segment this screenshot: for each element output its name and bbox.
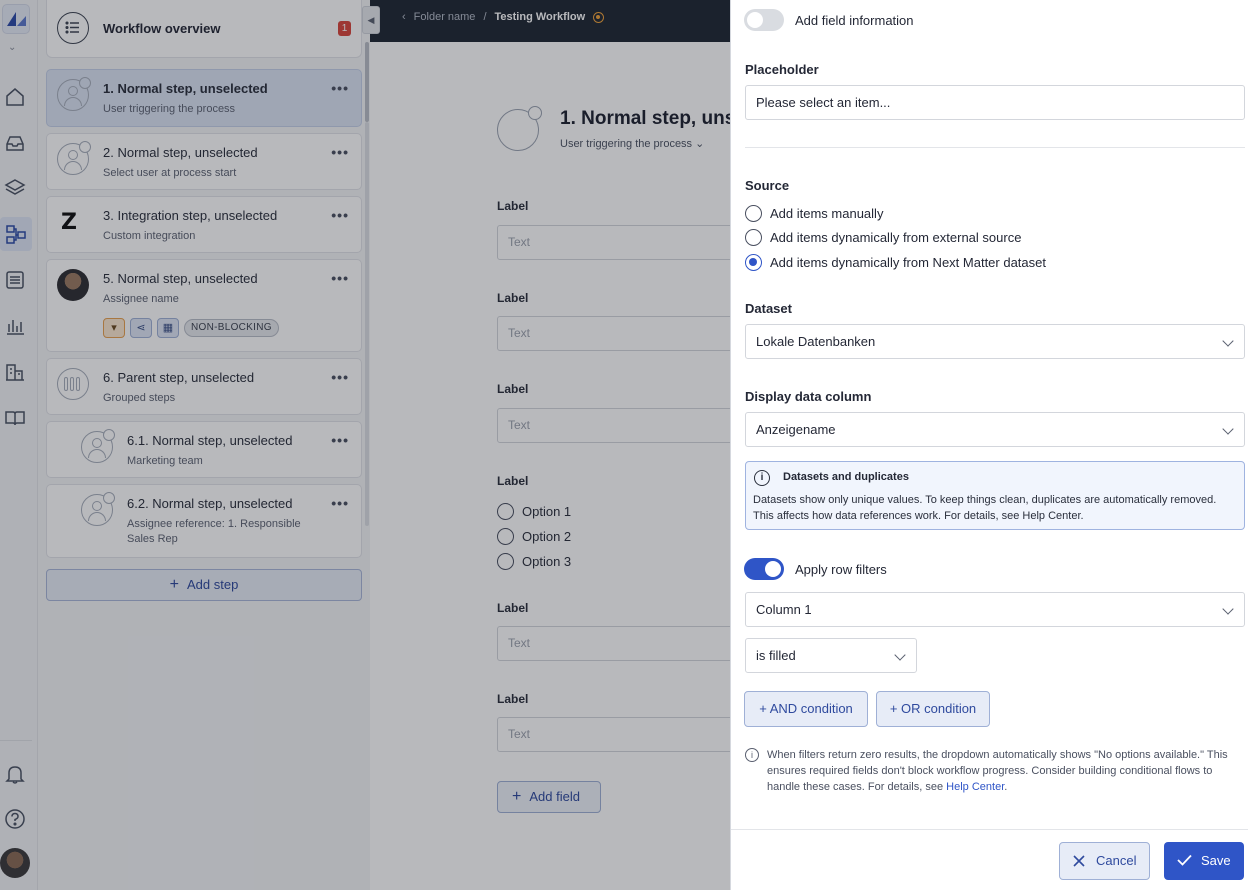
chevron-down-icon [894, 649, 906, 661]
filter-note-text: When filters return zero results, the dr… [767, 749, 1228, 793]
and-condition-button[interactable]: + AND condition [744, 691, 868, 727]
field-settings-drawer: Add field information Placeholder Please… [730, 0, 1248, 890]
close-icon [1073, 855, 1085, 867]
filter-column-select[interactable]: Column 1 [745, 592, 1245, 627]
datasets-info-box: i Datasets and duplicates Datasets show … [745, 461, 1245, 530]
row-filters-label: Apply row filters [795, 562, 887, 577]
chevron-down-icon [1222, 603, 1234, 615]
footer-divider [731, 829, 1248, 830]
dataset-heading: Dataset [745, 301, 792, 316]
add-field-info-toggle[interactable] [744, 9, 784, 31]
or-condition-button[interactable]: + OR condition [876, 691, 990, 727]
add-field-info-label: Add field information [795, 13, 914, 28]
dataset-select[interactable]: Lokale Datenbanken [745, 324, 1245, 359]
chevron-down-icon [1222, 335, 1234, 347]
placeholder-heading: Placeholder [745, 62, 819, 77]
source-dataset-radio[interactable]: Add items dynamically from Next Matter d… [745, 254, 1046, 271]
modal-overlay[interactable] [0, 0, 730, 890]
row-filters-toggle[interactable] [744, 558, 784, 580]
help-center-link[interactable]: Help Center [946, 781, 1004, 793]
cancel-button[interactable]: Cancel [1059, 842, 1150, 880]
info-icon: i [754, 470, 770, 486]
source-external-radio[interactable]: Add items dynamically from external sour… [745, 229, 1021, 246]
info-icon: i [745, 748, 759, 762]
save-button[interactable]: Save [1164, 842, 1244, 880]
check-icon [1177, 854, 1192, 866]
filter-operator-select[interactable]: is filled [745, 638, 917, 673]
source-manual-radio[interactable]: Add items manually [745, 205, 883, 222]
display-column-select[interactable]: Anzeigename [745, 412, 1245, 447]
section-divider [745, 147, 1245, 148]
source-heading: Source [745, 178, 790, 193]
info-text: Datasets show only unique values. To kee… [753, 494, 1217, 522]
info-title: Datasets and duplicates [783, 471, 909, 483]
chevron-down-icon [1222, 423, 1234, 435]
placeholder-input[interactable]: Please select an item... [745, 85, 1245, 120]
display-column-heading: Display data column [745, 389, 872, 404]
